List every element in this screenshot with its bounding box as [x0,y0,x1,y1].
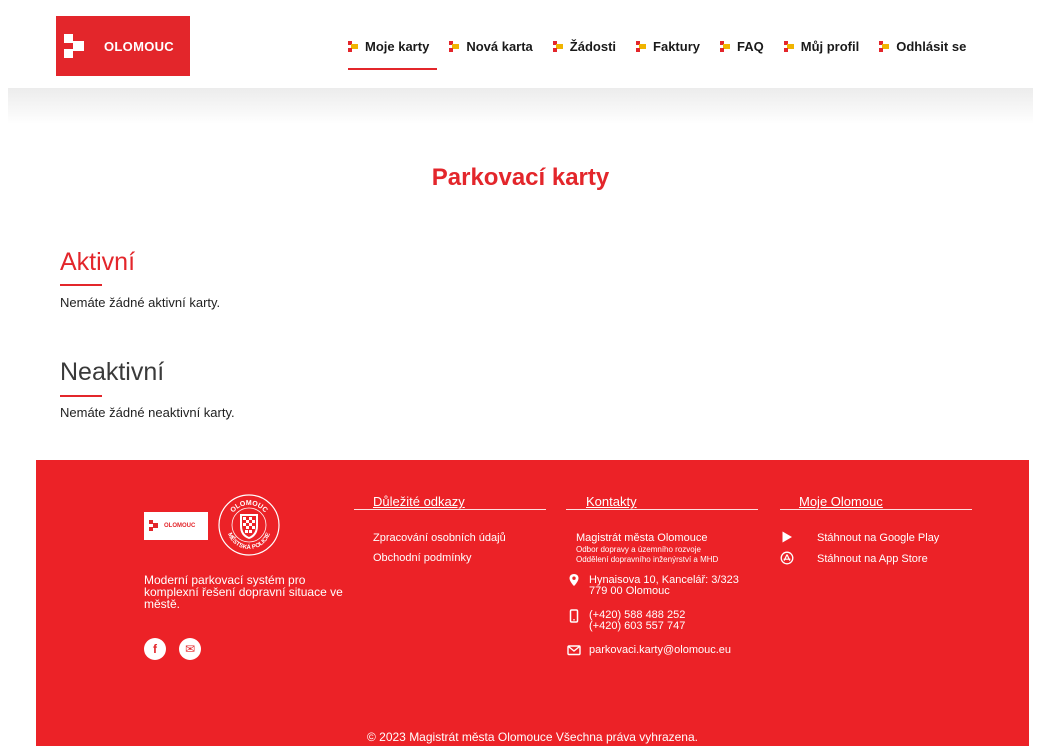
mestska-policie-seal-icon: OLOMOUC MĚSTSKÁ POLICIE [218,494,280,556]
footer-description: Moderní parkovací systém pro komplexní ř… [144,573,343,611]
header-shadow-band [8,88,1033,124]
contact-section: Oddělení dopravního inženýrství a MHD [576,555,719,564]
nav-bullet-icon [636,40,647,52]
active-empty-text: Nemáte žádné aktivní karty. [60,295,221,310]
nav-item-label: Odhlásit se [896,38,967,54]
inactive-empty-text: Nemáte žádné neaktivní karty. [60,405,235,420]
contact-email-link[interactable]: parkovaci.karty@olomouc.eu [589,645,731,656]
envelope-icon [567,645,581,656]
link-obchodni-podminky[interactable]: Obchodní podmínky [373,552,471,564]
nav-item-label: Můj profil [800,38,860,54]
nav-item-faktury[interactable]: Faktury [636,39,700,54]
location-pin-icon [569,574,579,586]
nav-item-label: FAQ [737,38,764,54]
page-title: Parkovací karty [431,164,610,191]
facebook-button[interactable]: f [144,638,166,660]
footer-column-divider [780,509,972,510]
facebook-icon: f [153,642,157,656]
nav-item-nova-karta[interactable]: Nová karta [449,38,533,54]
site-footer: OLOMOUC OLOMOUC MĚSTSKÁ POLICIE Moderní … [36,460,1029,746]
app-store-link[interactable]: Stáhnout na App Store [817,553,928,565]
olomouc-logo-mark-icon [64,34,86,58]
nav-item-moje-karty[interactable]: Moje karty [348,38,438,70]
section-title-active: Aktivní [60,248,136,276]
olomouc-logo[interactable]: OLOMOUC [56,16,190,76]
nav-item-muj-profil[interactable]: Můj profil [783,38,860,54]
main-nav: Moje karty Nová karta Žádosti Faktury FA… [348,36,966,70]
nav-item-faq[interactable]: FAQ [720,39,764,54]
copyright-text: © 2023 Magistrát města Olomouce Všechna … [366,730,698,744]
footer-moje-olomouc-heading: Moje Olomouc [799,494,883,509]
phone-icon [569,609,579,623]
logo-text: OLOMOUC [104,38,174,54]
section-divider [60,395,102,397]
nav-item-zadosti[interactable]: Žádosti [552,38,617,54]
section-divider [60,284,102,286]
footer-column-divider [354,509,546,510]
olomouc-logo-mark-icon [149,520,159,532]
nav-bullet-icon [449,40,460,52]
nav-bullet-icon [348,40,359,52]
email-button[interactable]: ✉ [179,638,201,660]
footer-links-heading: Důležité odkazy [373,494,465,509]
footer-contacts-heading: Kontakty [586,494,637,509]
nav-bullet-icon [720,40,731,52]
footer-logo-text: OLOMOUC [164,523,196,529]
contact-address-line2: 779 00 Olomouc [589,585,670,597]
nav-item-label: Faktury [653,38,700,54]
contact-department: Odbor dopravy a územního rozvoje [576,545,701,554]
contact-phone-2[interactable]: (+420) 603 557 747 [589,621,685,632]
footer-column-divider [566,509,758,510]
contact-organization: Magistrát města Olomouce [576,532,708,544]
nav-bullet-icon [552,40,564,52]
mail-icon: ✉ [184,642,196,656]
nav-item-label: Žádosti [569,38,617,54]
link-zpracovani-osobnich-udaju[interactable]: Zpracování osobních údajů [373,532,506,544]
app-store-icon [780,551,794,565]
google-play-link[interactable]: Stáhnout na Google Play [817,532,939,544]
nav-item-label: Moje karty [365,38,430,54]
section-title-inactive: Neaktivní [60,358,165,386]
nav-bullet-icon [879,40,890,52]
nav-item-label: Nová karta [466,38,533,54]
nav-item-odhlasit-se[interactable]: Odhlásit se [879,39,966,54]
site-header: OLOMOUC Moje karty Nová karta Žádosti Fa… [0,0,1041,88]
footer-olomouc-logo[interactable]: OLOMOUC [144,512,208,540]
nav-bullet-icon [783,40,795,52]
google-play-icon [782,531,792,543]
